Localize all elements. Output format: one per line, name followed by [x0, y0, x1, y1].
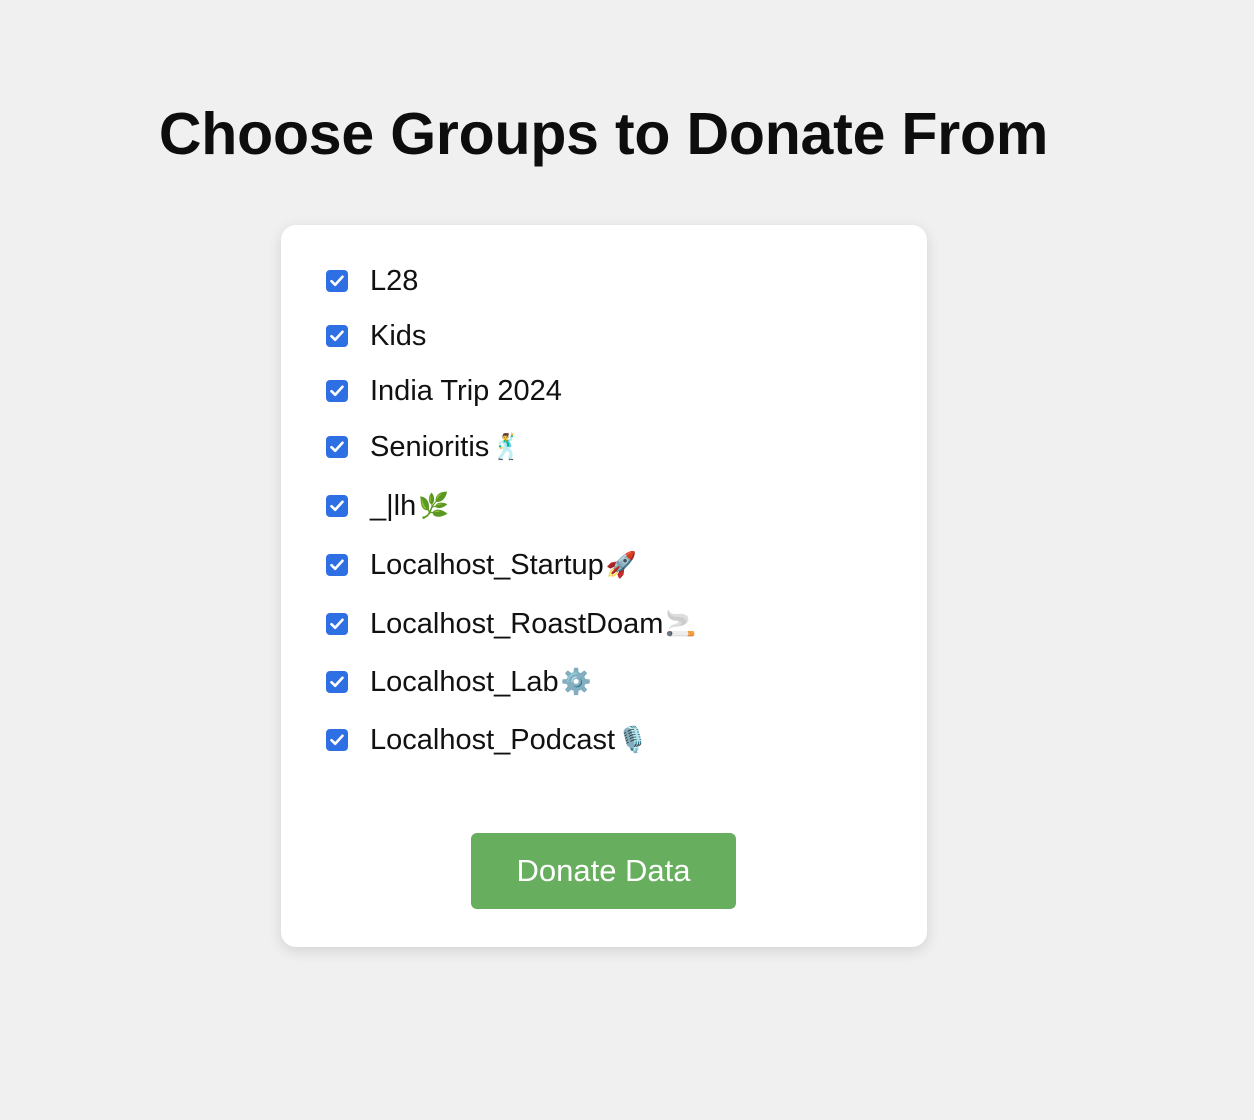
checkmark-icon — [330, 330, 344, 342]
group-checkbox[interactable] — [326, 729, 348, 751]
group-label: Localhost_Podcast — [370, 724, 616, 756]
group-item-localhost-lab[interactable]: Localhost_Lab ⚙️ — [326, 662, 592, 702]
group-item-india-trip-2024[interactable]: India Trip 2024 — [326, 371, 564, 411]
cigarette-icon: 🚬 — [665, 609, 697, 638]
group-item-lh[interactable]: _|lh 🌿 — [326, 486, 449, 526]
group-item-kids[interactable]: Kids — [326, 316, 428, 356]
group-label: Kids — [370, 320, 427, 352]
group-label: Localhost_Lab — [370, 666, 559, 698]
group-selection-card: L28 Kids India Trip 2024 Senioritis 🕺 _|… — [281, 225, 927, 947]
checkmark-icon — [330, 618, 344, 630]
checkmark-icon — [330, 559, 344, 571]
microphone-icon: 🎙️ — [617, 725, 649, 754]
herb-icon: 🌿 — [418, 491, 450, 520]
donate-data-button[interactable]: Donate Data — [471, 833, 736, 909]
checkmark-icon — [330, 385, 344, 397]
group-checkbox[interactable] — [326, 613, 348, 635]
group-item-localhost-podcast[interactable]: Localhost_Podcast 🎙️ — [326, 720, 648, 760]
group-checkbox[interactable] — [326, 270, 348, 292]
group-label: Senioritis — [370, 431, 490, 463]
group-item-l28[interactable]: L28 — [326, 261, 420, 301]
group-checkbox[interactable] — [326, 671, 348, 693]
group-item-senioritis[interactable]: Senioritis 🕺 — [326, 427, 522, 467]
group-checkbox[interactable] — [326, 325, 348, 347]
checkmark-icon — [330, 734, 344, 746]
group-label: Localhost_RoastDoam — [370, 608, 664, 640]
group-label: _|lh — [370, 490, 417, 522]
group-checkbox[interactable] — [326, 380, 348, 402]
checkmark-icon — [330, 676, 344, 688]
group-item-localhost-roastdoam[interactable]: Localhost_RoastDoam 🚬 — [326, 604, 697, 644]
group-checkbox[interactable] — [326, 436, 348, 458]
group-label: L28 — [370, 265, 419, 297]
group-label: Localhost_Startup — [370, 549, 604, 581]
group-checkbox[interactable] — [326, 495, 348, 517]
group-checkbox[interactable] — [326, 554, 348, 576]
checkmark-icon — [330, 500, 344, 512]
rocket-icon: 🚀 — [605, 550, 637, 579]
checkmark-icon — [330, 441, 344, 453]
group-item-localhost-startup[interactable]: Localhost_Startup 🚀 — [326, 545, 637, 585]
gear-icon: ⚙️ — [560, 667, 592, 696]
group-label: India Trip 2024 — [370, 375, 562, 407]
checkmark-icon — [330, 275, 344, 287]
dancer-icon: 🕺 — [491, 432, 523, 461]
page-title: Choose Groups to Donate From — [158, 101, 1049, 167]
